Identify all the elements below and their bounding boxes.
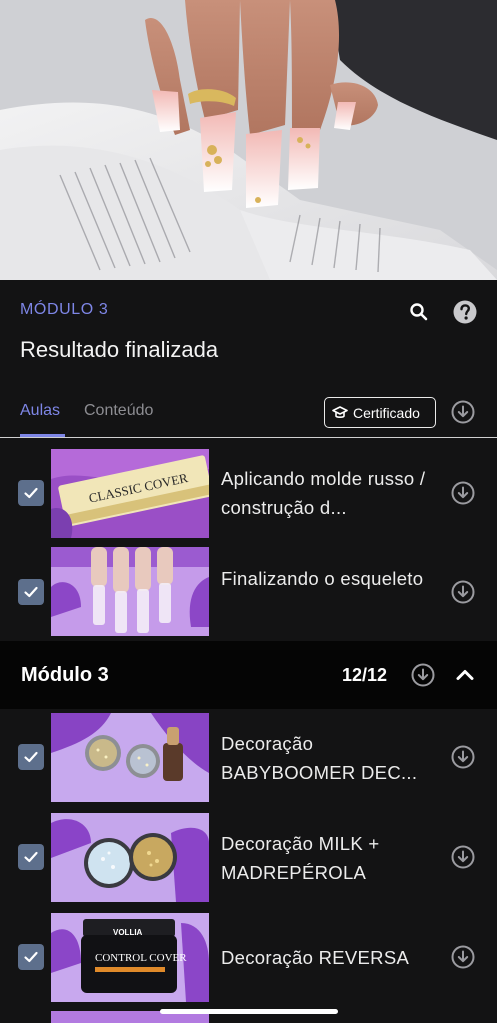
help-icon — [453, 300, 477, 324]
course-cover-image — [0, 0, 497, 280]
lesson-checkbox[interactable] — [18, 844, 44, 870]
lesson-download-button[interactable] — [450, 480, 476, 506]
home-indicator[interactable] — [160, 1009, 338, 1014]
lesson-thumbnail — [51, 547, 209, 636]
checkmark-icon — [24, 487, 38, 499]
lesson-download-button[interactable] — [450, 844, 476, 870]
lesson-checkbox[interactable] — [18, 944, 44, 970]
download-all-button[interactable] — [449, 398, 477, 426]
lesson-title: Aplicando molde russo / construção d... — [221, 468, 426, 518]
lesson-row[interactable]: CLASSIC COVER Aplicando molde russo / co… — [0, 446, 497, 546]
lesson-thumbnail — [51, 713, 209, 802]
lesson-thumbnail — [51, 813, 209, 902]
lesson-thumbnail: VOLLIA CONTROL COVER — [51, 913, 209, 1002]
checkmark-icon — [24, 751, 38, 763]
module-collapse-button[interactable] — [453, 663, 477, 687]
checkmark-icon — [24, 851, 38, 863]
module-header[interactable]: Módulo 3 12/12 — [0, 641, 497, 709]
lesson-thumbnail: CLASSIC COVER — [51, 449, 209, 538]
tab-conteudo[interactable]: Conteúdo — [84, 402, 153, 420]
lesson-title: Finalizando o esqueleto — [221, 568, 424, 589]
thumb-product-text: CONTROL COVER — [95, 952, 187, 964]
search-button[interactable] — [405, 298, 433, 326]
certificate-icon — [332, 405, 348, 418]
lesson-title: Decoração REVERSA — [221, 947, 410, 968]
tab-aulas[interactable]: Aulas — [20, 402, 60, 420]
download-icon — [451, 400, 475, 424]
download-icon — [411, 663, 435, 687]
download-icon — [451, 745, 475, 769]
checkmark-icon — [24, 951, 38, 963]
module-name: Módulo 3 — [21, 664, 109, 686]
chevron-up-icon — [456, 670, 474, 680]
thumb-brand-text: VOLLIA — [113, 928, 143, 937]
lesson-row[interactable]: Finalizando o esqueleto — [0, 546, 497, 646]
module-label: MÓDULO 3 — [20, 301, 109, 318]
module-download-button[interactable] — [410, 662, 436, 688]
lesson-download-button[interactable] — [450, 744, 476, 770]
module-progress: 12/12 — [342, 665, 388, 685]
lesson-title: Decoração BABYBOOMER DEC... — [221, 733, 418, 783]
lesson-row[interactable]: VOLLIA CONTROL COVER Decoração REVERSA — [0, 911, 497, 1011]
course-title: Resultado finalizada — [20, 337, 219, 362]
download-icon — [451, 580, 475, 604]
lesson-checkbox[interactable] — [18, 480, 44, 506]
lesson-download-button[interactable] — [450, 579, 476, 605]
checkmark-icon — [24, 586, 38, 598]
lesson-title: Decoração MILK + MADREPÉROLA — [221, 833, 380, 883]
download-icon — [451, 481, 475, 505]
lesson-checkbox[interactable] — [18, 744, 44, 770]
certificate-button[interactable]: Certificado — [324, 397, 436, 428]
lesson-download-button[interactable] — [450, 944, 476, 970]
search-icon — [410, 303, 428, 321]
tabs-divider — [0, 437, 497, 438]
certificate-label: Certificado — [353, 404, 420, 421]
download-icon — [451, 945, 475, 969]
help-button[interactable] — [451, 298, 479, 326]
hero-illustration — [0, 0, 497, 280]
lesson-checkbox[interactable] — [18, 579, 44, 605]
lesson-row[interactable]: Decoração MILK + MADREPÉROLA — [0, 811, 497, 911]
lesson-row[interactable]: Decoração BABYBOOMER DEC... — [0, 711, 497, 811]
download-icon — [451, 845, 475, 869]
